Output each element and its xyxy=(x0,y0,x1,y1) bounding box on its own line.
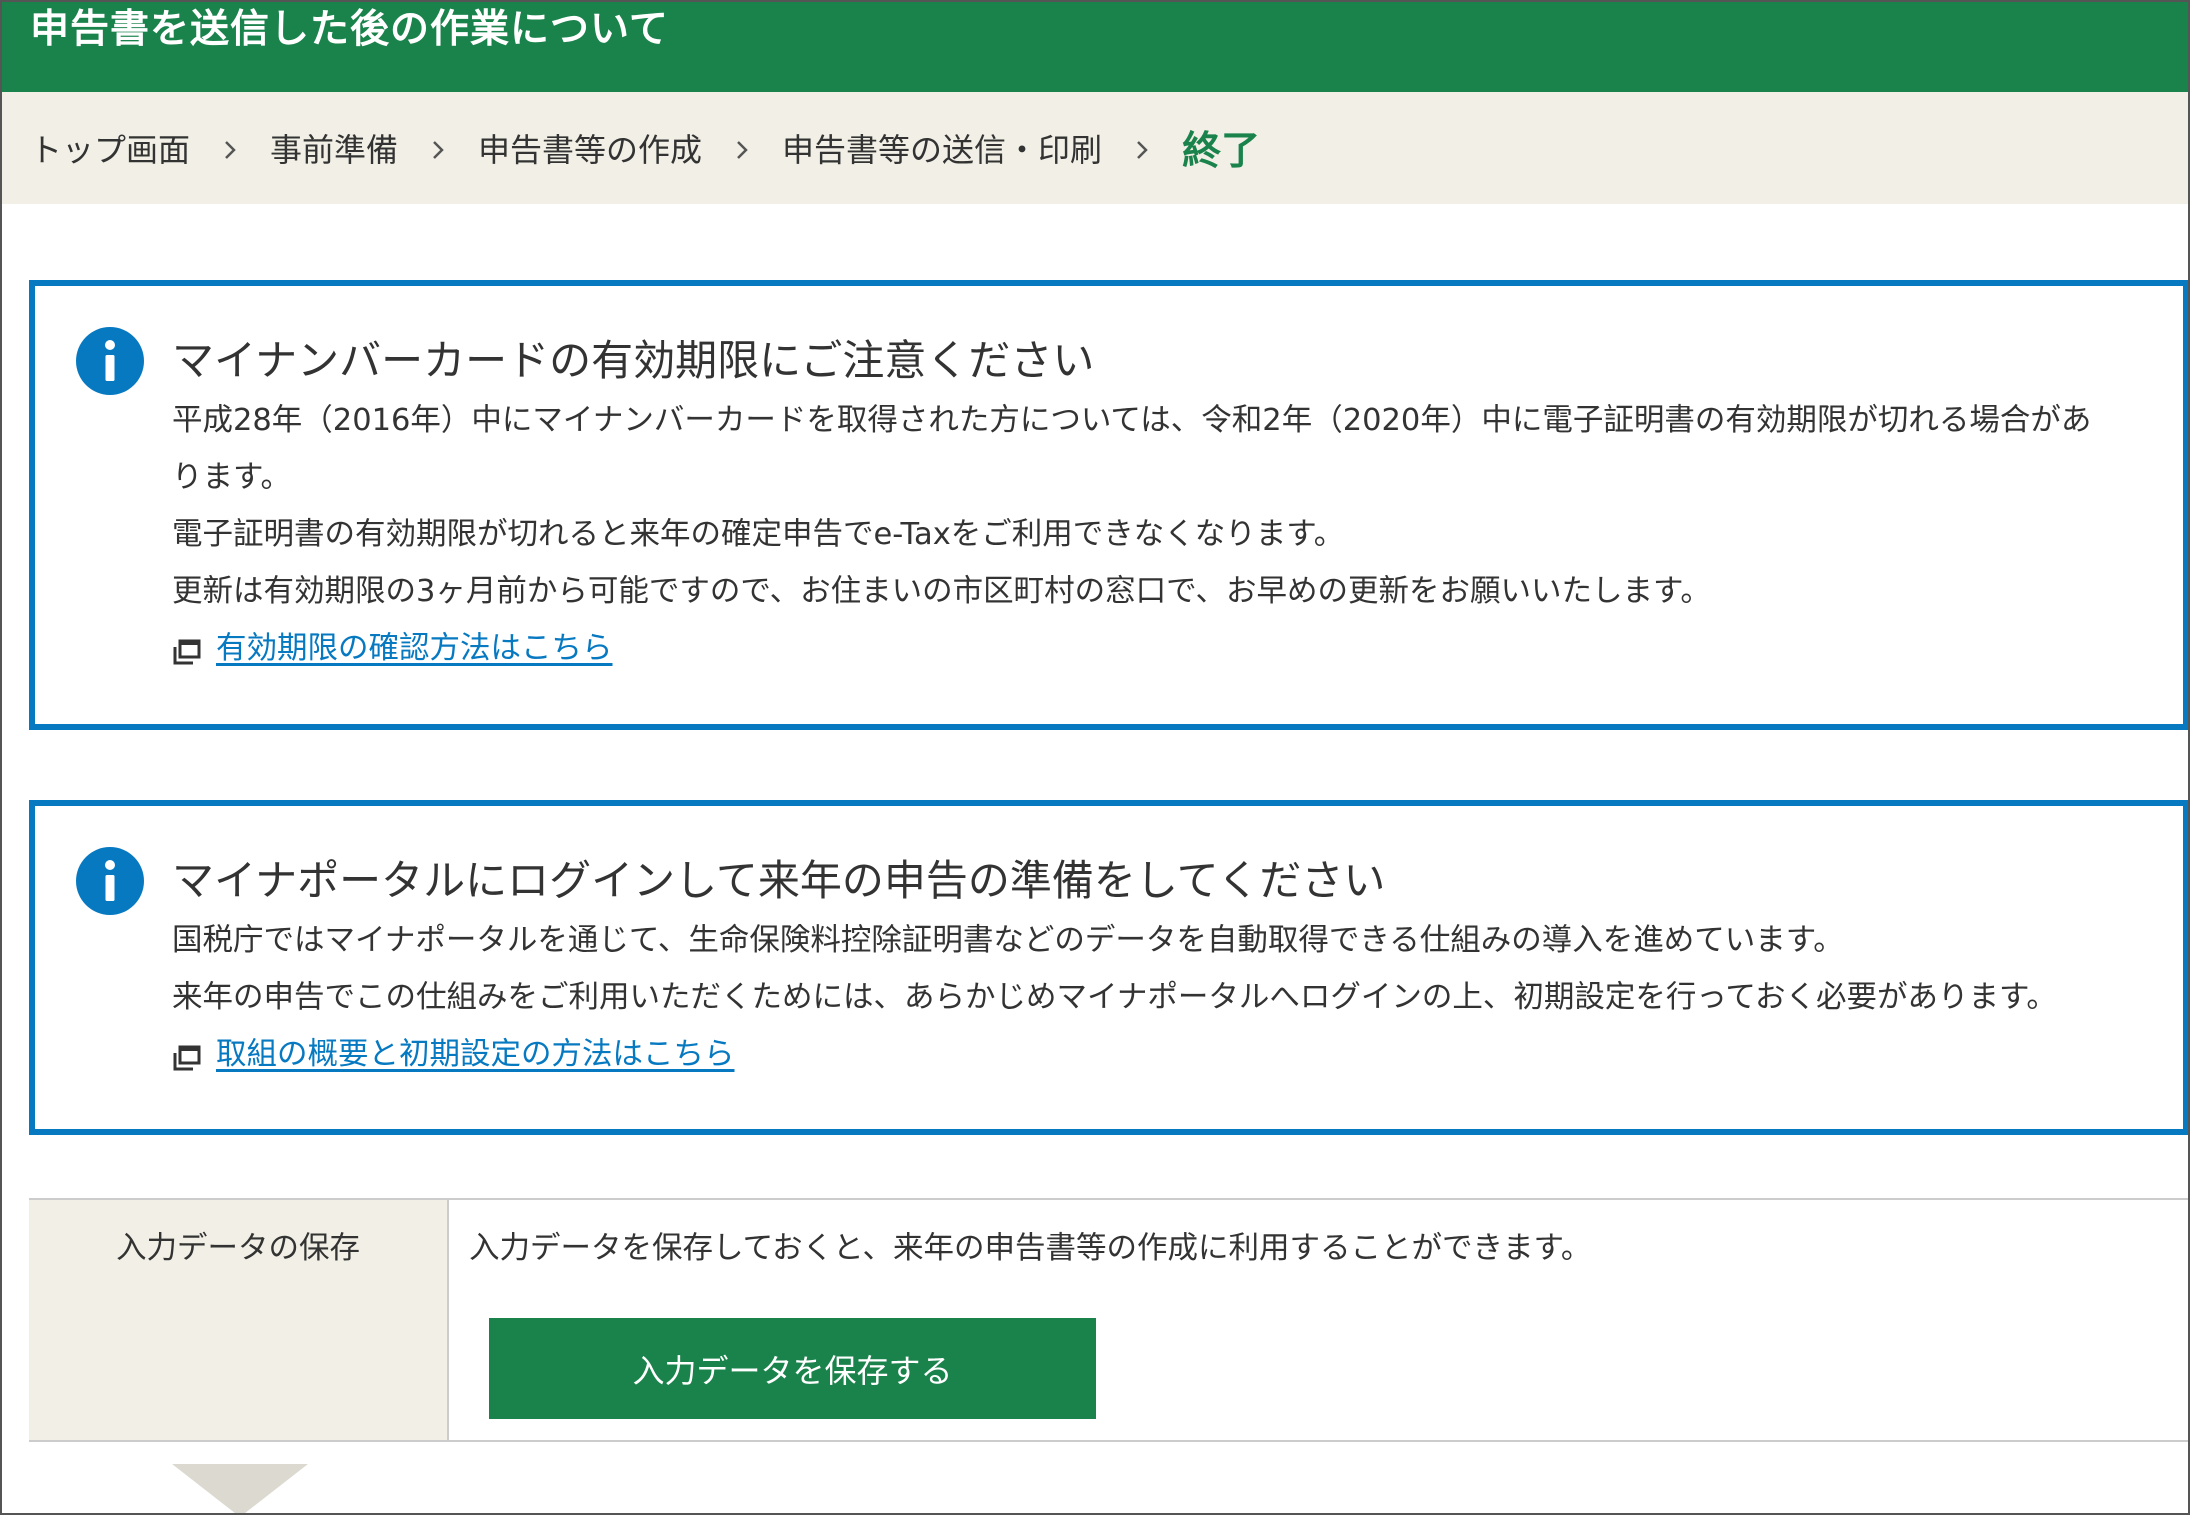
breadcrumb-item-current: 終了 xyxy=(1182,129,1261,174)
notice-mynumber-expiry: マイナンバーカードの有効期限にご注意ください 平成28年（2016年）中にマイナ… xyxy=(29,280,2188,730)
info-circle-icon xyxy=(76,327,144,395)
page-frame: 申告書を送信した後の作業について トップ画面 事前準備 申告書等の作成 申告書等… xyxy=(0,0,2190,1515)
save-data-description: 入力データを保存しておくと、来年の申告書等の作成に利用することができます。 xyxy=(469,1231,1592,1266)
breadcrumb: トップ画面 事前準備 申告書等の作成 申告書等の送信・印刷 終了 xyxy=(2,92,2188,204)
breadcrumb-item-creation: 申告書等の作成 xyxy=(478,131,703,169)
page-header: 申告書を送信した後の作業について xyxy=(2,2,2188,92)
page-title: 申告書を送信した後の作業について xyxy=(30,7,669,52)
chevron-right-icon xyxy=(398,129,478,167)
notice-text: 国税庁ではマイナポータルを通じて、生命保険料控除証明書などのデータを自動取得でき… xyxy=(172,923,1844,958)
notice-text: ります。 xyxy=(172,460,291,495)
save-data-section: 入力データの保存 入力データを保存しておくと、来年の申告書等の作成に利用すること… xyxy=(29,1198,2188,1442)
notice-mynaportal-login: マイナポータルにログインして来年の申告の準備をしてください 国税庁ではマイナポー… xyxy=(29,800,2188,1135)
save-data-heading: 入力データの保存 xyxy=(29,1200,449,1440)
notice-text: 平成28年（2016年）中にマイナンバーカードを取得された方については、令和2年… xyxy=(172,403,2092,438)
notice-text: 電子証明書の有効期限が切れると来年の確定申告でe-Taxをご利用できなくなります… xyxy=(172,517,1345,552)
expiry-check-link[interactable]: 有効期限の確認方法はこちら xyxy=(216,620,613,677)
initial-setup-link[interactable]: 取組の概要と初期設定の方法はこちら xyxy=(216,1026,735,1083)
info-circle-icon xyxy=(76,847,144,915)
breadcrumb-item-preparation: 事前準備 xyxy=(270,131,399,169)
notice-link-row: 有効期限の確認方法はこちら xyxy=(172,620,2153,677)
down-triangle-icon xyxy=(172,1464,308,1513)
notice-title: マイナンバーカードの有効期限にご注意ください xyxy=(172,336,1095,385)
chevron-right-icon xyxy=(190,129,270,167)
notice-text: 更新は有効期限の3ヶ月前から可能ですので、お住まいの市区町村の窓口で、お早めの更… xyxy=(172,574,1711,609)
notice-body: マイナポータルにログインして来年の申告の準備をしてください 国税庁ではマイナポー… xyxy=(172,850,2153,1083)
notice-body: マイナンバーカードの有効期限にご注意ください 平成28年（2016年）中にマイナ… xyxy=(172,330,2153,677)
notice-text: 来年の申告でこの仕組みをご利用いただくためには、あらかじめマイナポータルへログイ… xyxy=(172,980,2057,1015)
external-window-icon xyxy=(173,1045,201,1070)
breadcrumb-item-top: トップ画面 xyxy=(30,131,191,169)
notice-link-row: 取組の概要と初期設定の方法はこちら xyxy=(172,1026,2153,1083)
chevron-right-icon xyxy=(702,129,782,167)
save-input-data-button[interactable]: 入力データを保存する xyxy=(489,1318,1096,1419)
breadcrumb-item-send-print: 申告書等の送信・印刷 xyxy=(782,131,1103,169)
notice-title: マイナポータルにログインして来年の申告の準備をしてください xyxy=(172,856,1386,905)
chevron-right-icon xyxy=(1102,129,1182,167)
save-data-content: 入力データを保存しておくと、来年の申告書等の作成に利用することができます。 入力… xyxy=(449,1200,2188,1440)
external-window-icon xyxy=(173,639,201,664)
